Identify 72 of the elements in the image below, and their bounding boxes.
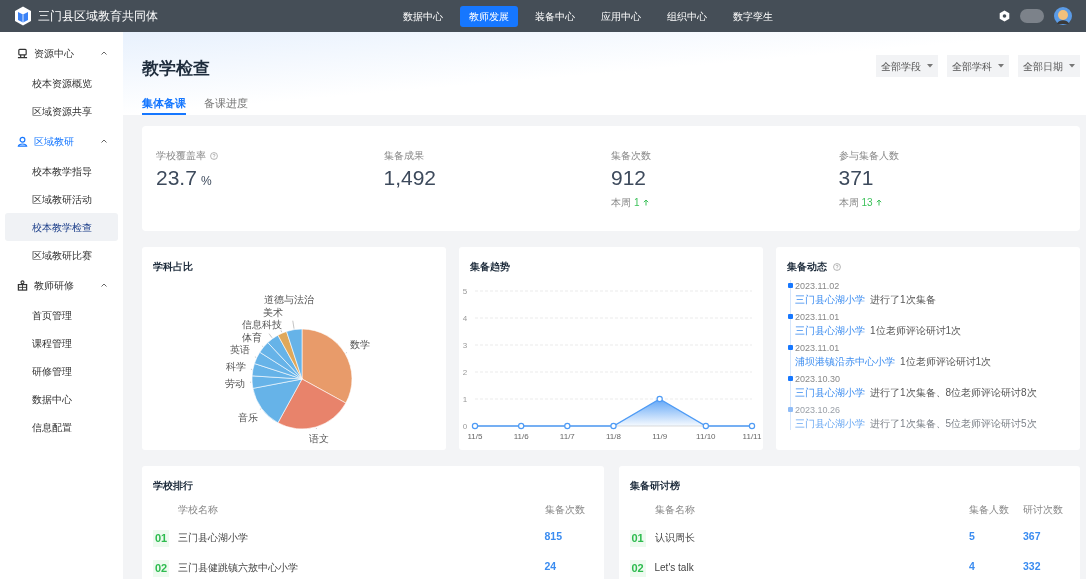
- slice-label: 信息科技: [242, 318, 283, 330]
- week-label: 本周: [611, 196, 631, 210]
- stat-label: 学校覆盖率: [156, 149, 206, 163]
- stat-value: 912: [611, 166, 647, 190]
- activity-text: 进行了1次集备: [870, 293, 936, 306]
- card-title: 学校排行: [153, 479, 193, 493]
- y-tick-label: 0: [462, 422, 468, 431]
- activity-date: 2023.11.01: [795, 342, 841, 354]
- card-title: 集备研讨榜: [629, 479, 680, 493]
- y-tick-label: 3: [462, 341, 468, 350]
- stat-label: 集备次数: [611, 149, 651, 163]
- count-value: 367: [1023, 529, 1042, 545]
- page-title: 教学检查: [142, 58, 210, 80]
- x-tick-label: 11/5: [467, 432, 483, 441]
- slice-label: 语文: [309, 433, 330, 445]
- x-tick-label: 11/9: [652, 432, 668, 441]
- card-title: 集备趋势: [470, 260, 510, 274]
- activity-text: 1位老师评论研讨1次: [870, 324, 962, 337]
- stat-value: 23.7: [156, 166, 197, 190]
- y-tick-label: 1: [462, 395, 468, 404]
- rank-badge: 02: [629, 560, 646, 577]
- x-tick-label: 11/11: [742, 432, 762, 441]
- x-tick-label: 11/7: [559, 432, 575, 441]
- activity-text: 进行了1次集备、8位老师评论研讨8次: [870, 386, 1037, 399]
- x-tick-label: 11/6: [513, 432, 529, 441]
- activity-text: 进行了1次集备、5位老师评论研讨5次: [870, 417, 1037, 430]
- rank-badge: 01: [629, 530, 646, 547]
- stat-value: 371: [838, 166, 874, 190]
- count-value: 332: [1023, 559, 1042, 575]
- x-tick-label: 11/10: [696, 432, 716, 441]
- activity-date: 2023.11.01: [795, 311, 841, 323]
- topic-name: Let's talk: [654, 560, 695, 575]
- week-change: 1: [634, 196, 640, 210]
- card-title: 集备动态: [787, 260, 827, 274]
- stat-label: 参与集备人数: [838, 149, 899, 163]
- school-name: 三门县健跳镇六敖中心小学: [178, 560, 299, 575]
- activity-date: 2023.11.02: [795, 280, 841, 292]
- week-label: 本周: [838, 196, 859, 210]
- column-header: 集备次数: [544, 502, 586, 517]
- people-value: 5: [969, 529, 976, 545]
- column-header: 研讨次数: [1023, 502, 1064, 517]
- people-value: 4: [969, 559, 976, 575]
- x-tick-label: 11/8: [606, 432, 621, 441]
- y-tick-label: 5: [462, 287, 468, 296]
- slice-label: 体育: [241, 331, 262, 343]
- slice-label: 英语: [230, 344, 251, 356]
- app-title: 三门县区域教育共同体: [38, 8, 158, 25]
- stat-label: 集备成果: [383, 149, 424, 163]
- rank-badge: 02: [153, 560, 170, 577]
- activity-text: 1位老师评论研讨1次: [900, 355, 992, 368]
- slice-label: 科学: [226, 360, 246, 372]
- column-header: 集备名称: [654, 502, 696, 517]
- y-tick-label: 4: [462, 314, 468, 323]
- rank-badge: 01: [153, 530, 170, 547]
- count-value: 24: [544, 559, 558, 575]
- column-header: 集备人数: [969, 502, 1010, 517]
- slice-label: 美术: [263, 306, 284, 318]
- slice-label: 音乐: [238, 412, 259, 424]
- stat-value: 1,492: [383, 166, 437, 190]
- activity-date: 2023.10.30: [795, 373, 842, 385]
- activity-date: 2023.10.26: [795, 404, 842, 416]
- topic-name: 认识周长: [654, 530, 696, 545]
- week-change: 13: [861, 196, 873, 210]
- slice-label: 劳动: [225, 377, 246, 389]
- count-value: 815: [544, 529, 564, 545]
- stat-unit: %: [200, 173, 212, 190]
- y-tick-label: 2: [462, 368, 468, 377]
- school-name: 三门县心湖小学: [178, 530, 249, 545]
- slice-label: 数学: [350, 339, 371, 350]
- slice-label: 道德与法治: [264, 294, 315, 306]
- card-title: 学科占比: [153, 260, 193, 274]
- column-header: 学校名称: [178, 502, 219, 517]
